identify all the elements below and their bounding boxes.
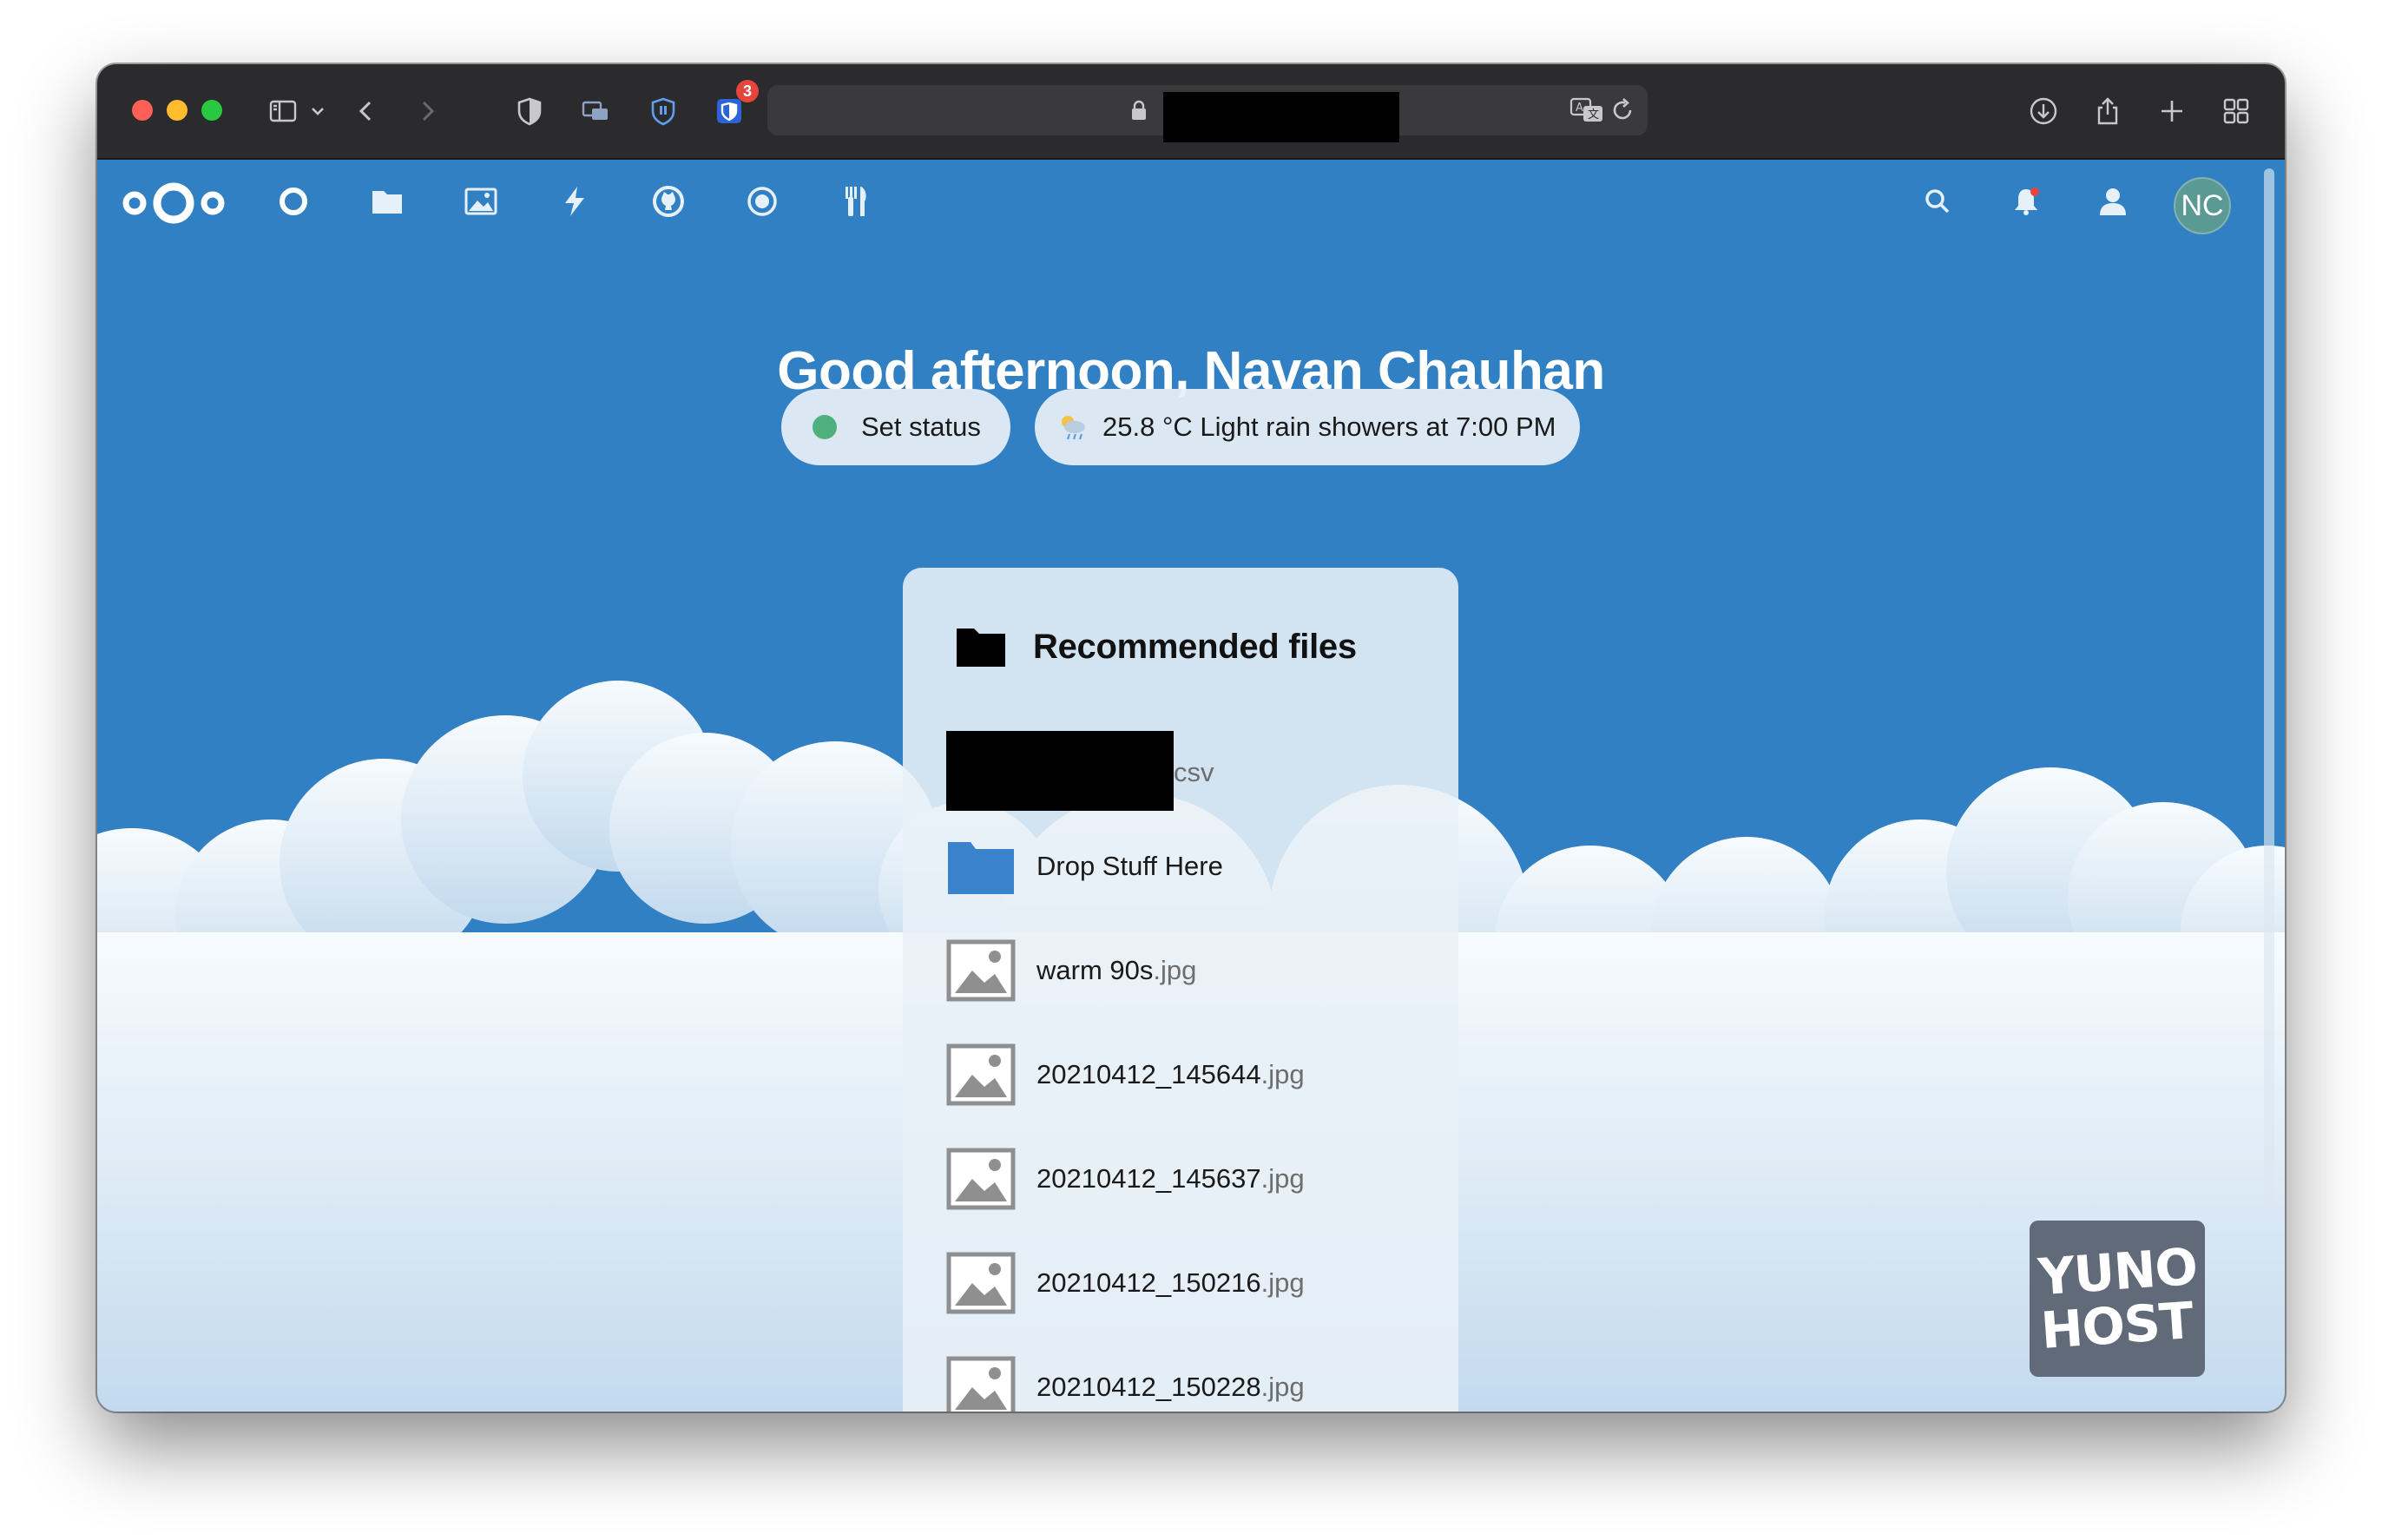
file-row[interactable]: warm 90s.jpg <box>946 936 1432 1005</box>
file-extension: csv <box>1174 757 1214 787</box>
tab-overview-icon[interactable] <box>2219 94 2254 128</box>
file-name: 20210412_145644.jpg <box>1036 1059 1305 1089</box>
files-icon[interactable] <box>368 182 406 220</box>
privacy-shield-icon[interactable] <box>512 94 547 128</box>
extension-screens-icon[interactable] <box>578 94 613 128</box>
url-redacted <box>1163 92 1399 142</box>
photos-icon[interactable] <box>462 182 500 220</box>
sidebar-toggle-icon[interactable] <box>266 94 300 128</box>
browser-toolbar: 3 A文 <box>97 64 2285 160</box>
circles-icon[interactable] <box>743 182 781 220</box>
lock-icon <box>1132 100 1146 120</box>
panel-title: Recommended files <box>1033 627 1357 666</box>
extension-shield-icon[interactable] <box>646 94 681 128</box>
file-name: Drop Stuff Here <box>1036 851 1223 881</box>
file-row[interactable]: 20210412_145637.jpg <box>946 1144 1432 1214</box>
image-file-icon <box>946 1252 1016 1314</box>
file-row[interactable]: csv <box>946 731 1432 811</box>
forward-button[interactable] <box>410 94 444 128</box>
yunohost-logo[interactable]: YUNO HOST <box>2030 1221 2205 1377</box>
translate-icon[interactable]: A文 <box>1569 95 1604 125</box>
search-icon[interactable] <box>1918 182 1957 220</box>
user-avatar[interactable]: NC <box>2174 177 2231 234</box>
file-name: 20210412_145637.jpg <box>1036 1163 1305 1194</box>
page-scrollbar[interactable] <box>2264 168 2274 1210</box>
file-row[interactable]: 20210412_150216.jpg <box>946 1248 1432 1318</box>
folder-icon <box>948 842 1014 894</box>
file-row[interactable]: 20210412_145644.jpg <box>946 1040 1432 1109</box>
zoom-window-button[interactable] <box>201 100 222 121</box>
reload-icon[interactable] <box>1609 97 1635 123</box>
set-status-button[interactable]: Set status <box>781 389 1010 465</box>
image-file-icon <box>946 1356 1016 1412</box>
panel-header: Recommended files <box>955 623 1357 670</box>
chevron-down-icon[interactable] <box>307 94 328 128</box>
bitwarden-badge: 3 <box>736 80 759 102</box>
notifications-bell-icon[interactable] <box>2007 182 2045 220</box>
contacts-icon[interactable] <box>2094 182 2132 220</box>
image-file-icon <box>946 939 1016 1002</box>
minimize-window-button[interactable] <box>167 100 188 121</box>
nextcloud-logo-icon[interactable] <box>120 177 227 229</box>
image-file-icon <box>946 1148 1016 1210</box>
set-status-label: Set status <box>861 411 981 442</box>
rain-showers-icon <box>1062 416 1085 440</box>
browser-window: 3 A文 NC Good afternoon, Navan Chauhan Se… <box>97 64 2285 1412</box>
share-icon[interactable] <box>2090 94 2125 128</box>
yunohost-line2: HOST <box>2039 1290 2195 1361</box>
file-row[interactable]: 20210412_150228.jpg <box>946 1352 1432 1412</box>
new-tab-icon[interactable] <box>2155 94 2189 128</box>
file-name: warm 90s.jpg <box>1036 955 1197 985</box>
status-online-icon <box>813 415 837 439</box>
file-row[interactable]: Drop Stuff Here <box>946 832 1432 901</box>
file-name: 20210412_150228.jpg <box>1036 1372 1305 1402</box>
activity-icon[interactable] <box>556 182 594 220</box>
dashboard-icon[interactable] <box>274 182 313 220</box>
nextcloud-header: NC <box>97 158 2285 245</box>
back-button[interactable] <box>349 94 384 128</box>
cookbook-icon[interactable] <box>837 182 875 220</box>
address-bar[interactable]: A文 <box>767 85 1648 142</box>
file-name: 20210412_150216.jpg <box>1036 1267 1305 1298</box>
downloads-icon[interactable] <box>2026 94 2061 128</box>
weather-status-button[interactable]: 25.8 °C Light rain showers at 7:00 PM <box>1035 389 1580 465</box>
weather-label: 25.8 °C Light rain showers at 7:00 PM <box>1102 411 1556 442</box>
github-icon[interactable] <box>649 182 688 220</box>
folder-icon <box>957 629 1005 667</box>
recommended-files-panel: Recommended files csv Drop Stuff Here wa… <box>903 568 1458 1412</box>
redacted-block <box>946 731 1174 811</box>
image-file-icon <box>946 1043 1016 1106</box>
close-window-button[interactable] <box>132 100 153 121</box>
svg-text:文: 文 <box>1588 109 1599 122</box>
svg-text:A: A <box>1576 102 1583 115</box>
